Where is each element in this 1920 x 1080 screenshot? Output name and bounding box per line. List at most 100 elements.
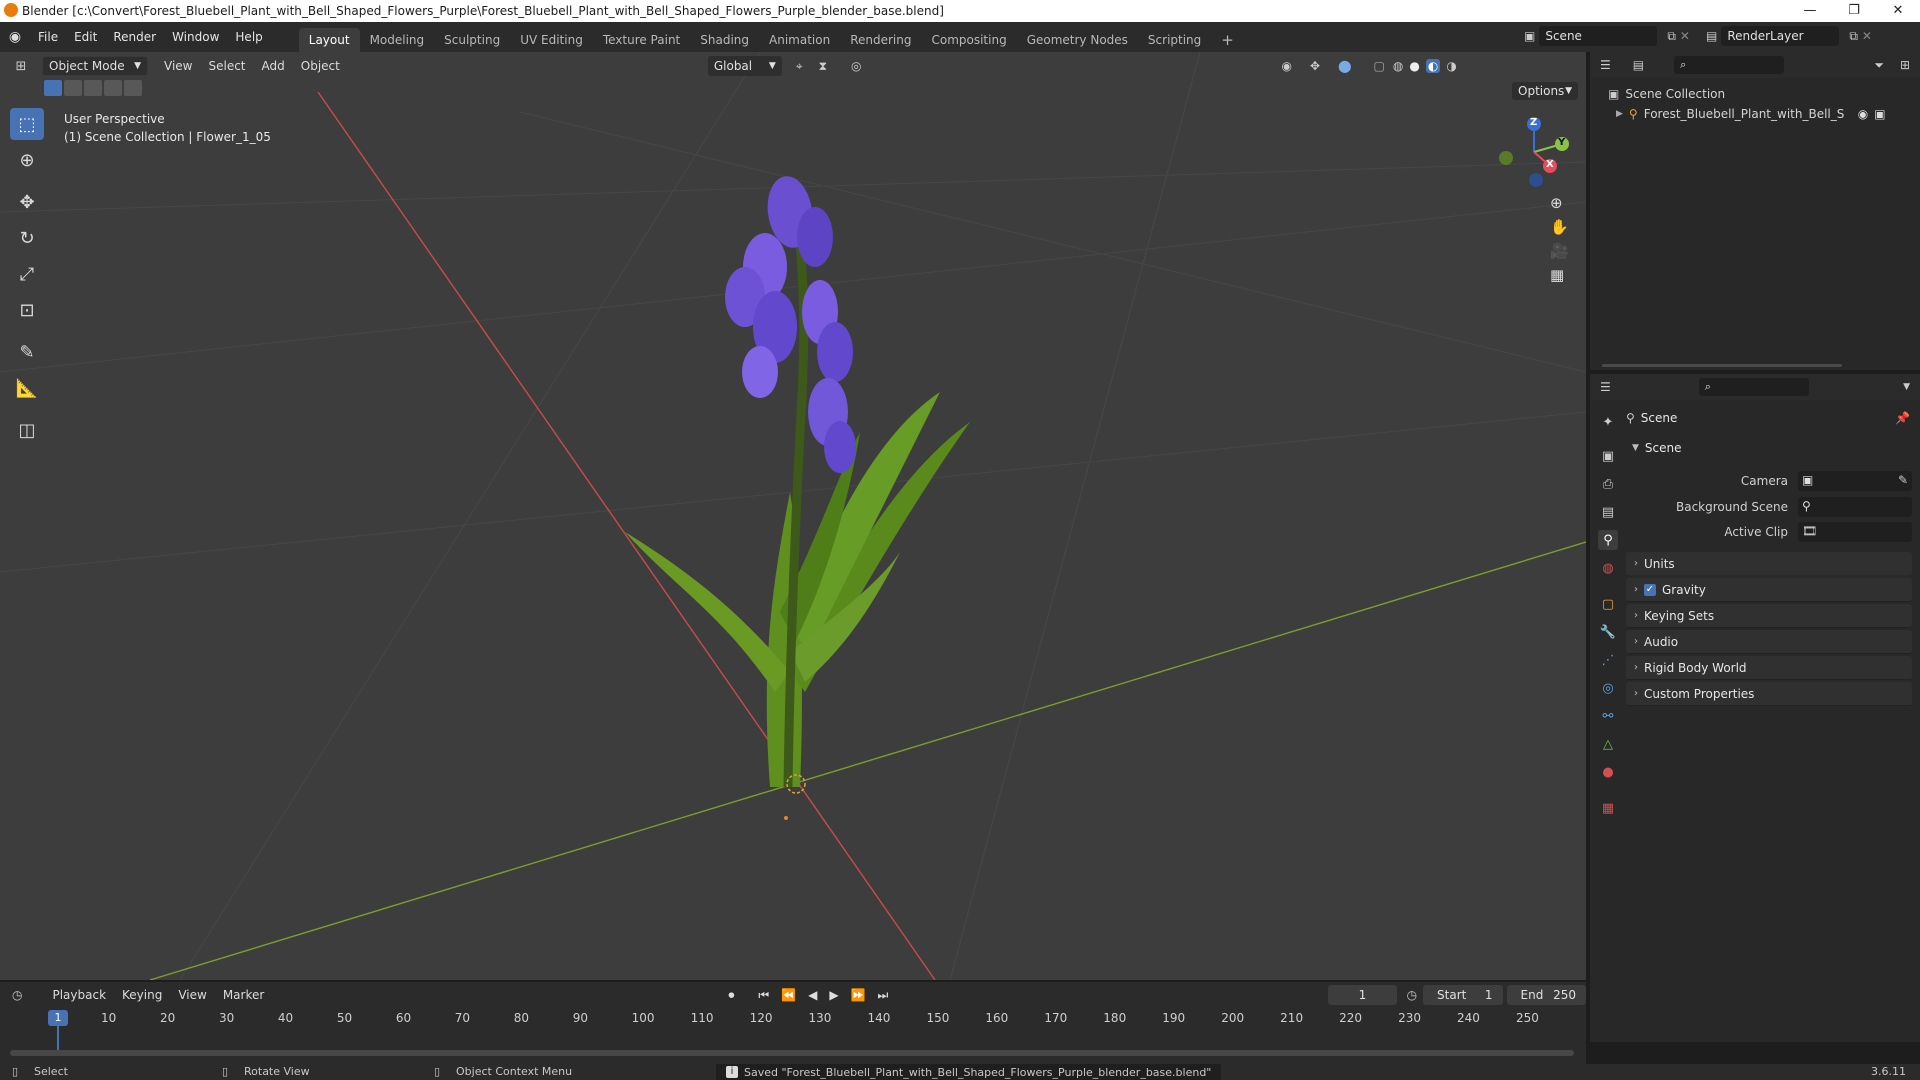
options-button[interactable]: Options ▼	[1512, 82, 1578, 100]
add-cube-tool[interactable]: ◫	[10, 414, 44, 446]
tab-compositing[interactable]: Compositing	[921, 28, 1016, 52]
gravity-checkbox[interactable]: ✓	[1644, 583, 1656, 596]
select-subtract-icon[interactable]	[84, 80, 102, 96]
jump-end-icon[interactable]: ⏭	[878, 988, 889, 1003]
menu-object[interactable]: Object	[293, 59, 348, 73]
keying-sets-panel[interactable]: › Keying Sets	[1626, 604, 1912, 628]
audio-panel[interactable]: › Audio	[1626, 630, 1912, 654]
expand-arrow-icon[interactable]: ▶	[1616, 104, 1623, 124]
data-tab-icon[interactable]: △	[1598, 734, 1618, 754]
pan-hand-icon[interactable]: ✋	[1550, 218, 1569, 236]
tab-sculpting[interactable]: Sculpting	[434, 28, 510, 52]
new-layer-icon[interactable]: ⧉	[1849, 29, 1858, 44]
camera-field[interactable]: ▣ ✎	[1798, 471, 1912, 491]
background-scene-field[interactable]: ⚲	[1798, 497, 1912, 517]
menu-playback[interactable]: Playback	[44, 988, 114, 1002]
mode-select[interactable]: Object Mode ▼	[42, 56, 148, 76]
frame-ruler[interactable]: 10 20 30 40 50 60 70 80 90 100 110 120 130 140 150 160 1…	[0, 1008, 1586, 1030]
tab-scripting[interactable]: Scripting	[1138, 28, 1211, 52]
object-tab-icon[interactable]: ▢	[1598, 594, 1618, 614]
camera-view-icon[interactable]: 🎥	[1550, 242, 1569, 260]
xray-icon[interactable]: ▢	[1374, 59, 1385, 73]
add-workspace-button[interactable]: +	[1211, 28, 1244, 52]
menu-keying[interactable]: Keying	[114, 988, 170, 1002]
scene-tab-icon[interactable]: ⚲	[1598, 530, 1618, 550]
select-box-tool[interactable]: ⬚	[10, 108, 44, 140]
scene-field[interactable]: Scene	[1539, 26, 1658, 46]
tool-tab-icon[interactable]: ✦	[1598, 412, 1618, 432]
menu-view[interactable]: View	[156, 59, 200, 73]
tab-shading[interactable]: Shading	[690, 28, 759, 52]
menu-view-timeline[interactable]: View	[170, 988, 214, 1002]
texture-tab-icon[interactable]: ▦	[1598, 798, 1618, 818]
play-icon[interactable]: ▶	[829, 988, 838, 1003]
snap-icon[interactable]: ⧗	[819, 59, 827, 74]
zoom-icon[interactable]: ⊕	[1550, 194, 1569, 212]
new-scene-icon[interactable]: ⧉	[1667, 29, 1676, 44]
preview-range-icon[interactable]: ◷	[1407, 988, 1417, 1002]
blender-menu-icon[interactable]: ◉	[0, 29, 30, 45]
editor-type-icon[interactable]: ⊞	[6, 59, 36, 74]
proportional-edit-icon[interactable]: ◎	[851, 59, 861, 73]
camera-icon[interactable]: ▣	[1874, 104, 1885, 124]
delete-scene-icon[interactable]: ✕	[1680, 29, 1690, 43]
measure-tool[interactable]: 📐	[10, 372, 44, 404]
units-panel[interactable]: › Units	[1626, 552, 1912, 576]
outliner-editor-icon[interactable]: ☰	[1600, 58, 1611, 72]
tab-geometry-nodes[interactable]: Geometry Nodes	[1017, 28, 1138, 52]
outliner-scene-collection[interactable]: ▣ Scene Collection	[1608, 84, 1920, 104]
outliner-item[interactable]: ▶ ⚲ Forest_Bluebell_Plant_with_Bell_Shap…	[1616, 104, 1920, 124]
gizmo-toggle-icon[interactable]: ✥	[1310, 59, 1320, 73]
eyedropper-icon[interactable]: ✎	[1898, 473, 1908, 487]
play-reverse-icon[interactable]: ◀	[808, 988, 817, 1003]
wireframe-shading-icon[interactable]: ◍	[1393, 59, 1403, 73]
tab-rendering[interactable]: Rendering	[840, 28, 921, 52]
rigid-body-world-panel[interactable]: › Rigid Body World	[1626, 656, 1912, 680]
scene-section[interactable]: ▼ Scene	[1626, 436, 1912, 460]
playhead[interactable]: 1	[48, 1010, 68, 1026]
visibility-icon[interactable]: ◉	[1282, 59, 1292, 73]
timeline-editor-icon[interactable]: ◷	[12, 988, 22, 1002]
custom-properties-panel[interactable]: › Custom Properties	[1626, 682, 1912, 706]
tab-texture-paint[interactable]: Texture Paint	[593, 28, 690, 52]
active-clip-field[interactable]: 🎞	[1798, 522, 1912, 542]
transform-tool[interactable]: ⊡	[10, 294, 44, 326]
outliner-scrollbar[interactable]	[1602, 364, 1842, 367]
select-intersect-icon[interactable]	[124, 80, 142, 96]
rotate-tool[interactable]: ↻	[10, 222, 44, 254]
cursor-tool[interactable]: ⊕	[10, 144, 44, 176]
menu-help[interactable]: Help	[227, 22, 270, 52]
move-tool[interactable]: ✥	[10, 186, 44, 218]
navigation-gizmo[interactable]: Z Y X	[1494, 110, 1574, 190]
menu-select[interactable]: Select	[200, 59, 253, 73]
material-tab-icon[interactable]: ●	[1598, 762, 1618, 782]
pivot-icon[interactable]: ⌖	[796, 59, 803, 74]
chevron-down-icon[interactable]: ▼	[1903, 382, 1910, 392]
minimize-button[interactable]: —	[1788, 0, 1832, 22]
modifier-tab-icon[interactable]: 🔧	[1598, 622, 1618, 642]
pin-icon[interactable]: 📌	[1895, 411, 1910, 425]
properties-editor-icon[interactable]: ☰	[1600, 380, 1611, 394]
select-new-icon[interactable]	[44, 80, 62, 96]
view-layer-tab-icon[interactable]: ▤	[1598, 502, 1618, 522]
renderlayer-field[interactable]: RenderLayer	[1721, 26, 1840, 46]
output-tab-icon[interactable]: ⎙	[1598, 474, 1618, 494]
delete-layer-icon[interactable]: ✕	[1862, 29, 1872, 43]
ortho-grid-icon[interactable]: ▦	[1550, 266, 1569, 284]
tab-uv-editing[interactable]: UV Editing	[510, 28, 593, 52]
rendered-shading-icon[interactable]: ◑	[1446, 59, 1456, 73]
renderlayer-icon[interactable]: ▤	[1706, 29, 1717, 43]
menu-render[interactable]: Render	[105, 22, 164, 52]
timeline-scrollbar[interactable]	[10, 1050, 1574, 1056]
maximize-button[interactable]: ❐	[1832, 0, 1876, 22]
properties-search-input[interactable]: ⌕	[1698, 378, 1809, 396]
start-frame-field[interactable]: Start 1	[1423, 985, 1503, 1005]
solid-shading-icon[interactable]: ●	[1409, 59, 1419, 73]
select-invert-icon[interactable]	[104, 80, 122, 96]
menu-file[interactable]: File	[30, 22, 66, 52]
current-frame-field[interactable]: 1	[1328, 985, 1397, 1005]
next-keyframe-icon[interactable]: ⏩	[851, 988, 866, 1003]
outliner-search-input[interactable]: ⌕	[1674, 56, 1785, 74]
record-icon[interactable]: ⏺	[728, 988, 734, 1003]
constraints-tab-icon[interactable]: ⚯	[1598, 706, 1618, 726]
